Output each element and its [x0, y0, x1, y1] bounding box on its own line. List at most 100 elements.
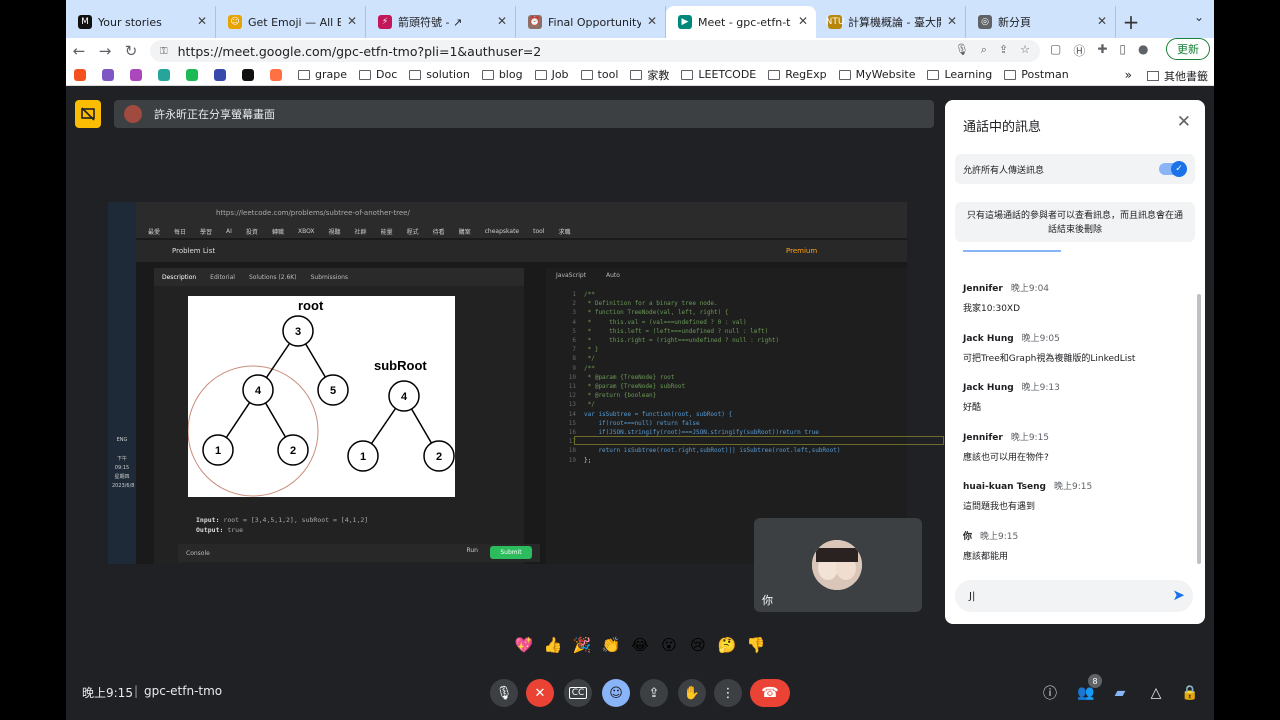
shapes-icon: △ [1150, 685, 1162, 701]
bookmark-item[interactable]: Postman [1004, 68, 1069, 81]
bookmark-favicon[interactable] [270, 68, 286, 81]
extensions-puzzle-icon[interactable]: ✚ [1097, 42, 1107, 59]
reaction-emoji-button[interactable]: 👍 [543, 636, 563, 654]
extension-icon[interactable]: ▢ [1050, 42, 1061, 59]
bookmark-item[interactable]: RegExp [768, 68, 827, 81]
more-options-button[interactable]: ⋮ [714, 679, 742, 707]
chat-button[interactable]: ▰ [1110, 683, 1130, 703]
chat-panel: 通話中的訊息 ✕ 允許所有人傳送訊息 ✓ 只有這場通話的參與者可以查看訊息，而且… [945, 100, 1205, 624]
bookmark-favicon[interactable] [158, 68, 174, 81]
bookmark-favicon[interactable] [74, 68, 90, 81]
leave-call-button[interactable]: ☎ [750, 679, 790, 707]
folder-icon [630, 69, 643, 80]
raise-hand-button[interactable]: ✋ [678, 679, 706, 707]
browser-tab[interactable]: ⏰ Final Opportunity ✕ [516, 6, 666, 38]
site-info-icon[interactable]: ⚿ [160, 46, 168, 57]
close-tab-icon[interactable]: ✕ [197, 14, 207, 28]
browser-tab[interactable]: M Your stories ✕ [66, 6, 216, 38]
self-video-tile[interactable]: 你 [754, 518, 922, 612]
browser-tab[interactable]: ◎ 新分頁 ✕ [966, 6, 1116, 38]
update-button[interactable]: 更新 [1166, 38, 1210, 60]
folder-icon [409, 69, 422, 80]
shared-bookmark-item: 求職 [558, 228, 571, 236]
zoom-icon[interactable]: ⌕ [981, 43, 987, 57]
bookmark-item[interactable]: grape [298, 68, 347, 81]
folder-icon [359, 69, 371, 80]
code-line: 15 if(root===null) return false [568, 419, 700, 427]
bookmark-item[interactable]: solution [409, 68, 470, 81]
allow-messages-setting: 允許所有人傳送訊息 ✓ [955, 154, 1195, 184]
code-line: 7 * } [572, 346, 599, 354]
bookmark-item[interactable]: LEETCODE [681, 68, 756, 81]
bookmark-item[interactable]: Doc [359, 68, 397, 81]
reaction-emoji-button[interactable]: 💖 [514, 636, 534, 654]
sidebar-icon[interactable]: ▯ [1119, 42, 1126, 59]
chat-scrollbar[interactable] [1197, 294, 1201, 564]
tab-title: Your stories [98, 15, 162, 29]
mic-icon[interactable]: 🎙 [955, 43, 969, 57]
camera-off-button[interactable]: ✕ [526, 679, 554, 707]
tab-title: 新分頁 [998, 16, 1031, 29]
self-avatar [812, 540, 862, 590]
host-controls-button[interactable]: 🔒 [1180, 683, 1200, 703]
bookmark-favicon[interactable] [242, 68, 258, 81]
reaction-emoji-button[interactable]: 😂 [630, 636, 650, 654]
bookmark-item[interactable]: tool [580, 68, 618, 81]
code-line: 4 * this.val = (val===undefined ? 0 : va… [572, 318, 747, 326]
reaction-emoji-button[interactable]: 😢 [688, 636, 708, 654]
chat-message: Jennifer 晚上9:04 我家10:30XD [963, 276, 1193, 326]
profile-avatar-icon[interactable]: ● [1138, 42, 1148, 59]
bookmark-item[interactable]: 家教 [630, 67, 669, 83]
reaction-emoji-button[interactable]: 👎 [746, 636, 766, 654]
close-tab-icon[interactable]: ✕ [947, 14, 957, 28]
close-tab-icon[interactable]: ✕ [647, 14, 657, 28]
close-tab-icon[interactable]: ✕ [798, 14, 808, 28]
message-sender: 你 [963, 531, 973, 542]
tab-search-icon[interactable]: ⌄ [1194, 10, 1204, 24]
send-icon[interactable]: ➤ [1172, 586, 1185, 604]
browser-tab[interactable]: ⚡ 箭頭符號 - ↗ ✕ [366, 6, 516, 38]
close-tab-icon[interactable]: ✕ [347, 14, 357, 28]
bookmark-favicon[interactable] [102, 68, 118, 81]
reaction-emoji-button[interactable]: 🤔 [717, 636, 737, 654]
allow-messages-toggle[interactable]: ✓ [1159, 161, 1187, 177]
bookmarks-overflow-icon[interactable]: » [1125, 68, 1132, 82]
taskbar-day: 星期四 [114, 474, 130, 480]
reaction-emoji-button[interactable]: 🎉 [572, 636, 592, 654]
activities-button[interactable]: △ [1146, 683, 1166, 703]
bookmark-item[interactable]: blog [481, 68, 523, 81]
microphone-button[interactable]: 🎙 [490, 679, 518, 707]
reaction-emoji-button[interactable]: 😮 [659, 636, 679, 654]
share-icon[interactable]: ⇪ [999, 43, 1008, 57]
message-text: 好酷 [963, 403, 982, 414]
chat-input[interactable]: J| ➤ [955, 580, 1193, 612]
captions-button[interactable]: CC [564, 679, 592, 707]
bookmark-item[interactable]: MyWebsite [838, 68, 915, 81]
svg-text:2: 2 [436, 451, 442, 463]
address-bar[interactable]: ⚿ https://meet.google.com/gpc-etfn-tmo?p… [150, 40, 1040, 62]
extension-icon[interactable]: Ⓗ [1073, 42, 1085, 59]
close-tab-icon[interactable]: ✕ [497, 14, 507, 28]
bookmark-favicon[interactable] [214, 68, 230, 81]
reactions-button[interactable]: ☺ [602, 679, 630, 707]
browser-tab[interactable]: ☺ Get Emoji — All Em ✕ [216, 6, 366, 38]
new-tab-button[interactable]: + [1116, 6, 1146, 38]
browser-tab[interactable]: NTU計算機概論 - 臺大開放 ✕ [816, 6, 966, 38]
bookmark-item[interactable]: Learning [927, 68, 992, 81]
present-button[interactable]: ⇪ [640, 679, 668, 707]
bookmark-star-icon[interactable]: ☆ [1020, 43, 1030, 57]
forward-button[interactable]: → [92, 38, 118, 64]
bookmark-favicon[interactable] [186, 68, 202, 81]
bookmark-favicon[interactable] [130, 68, 146, 81]
meeting-info-button[interactable]: ⓘ [1040, 683, 1060, 703]
other-bookmarks[interactable]: 其他書籤 [1147, 68, 1208, 84]
close-chat-icon[interactable]: ✕ [1177, 112, 1191, 132]
reaction-emoji-button[interactable]: 👏 [601, 636, 621, 654]
presentation-indicator-icon[interactable] [75, 100, 101, 128]
chat-message: huai-kuan Tseng 晚上9:15 這問題我也有遇到 [963, 474, 1193, 524]
browser-tab[interactable]: ▶ Meet - gpc-etfn-t ✕ [666, 6, 816, 38]
close-tab-icon[interactable]: ✕ [1097, 14, 1107, 28]
reload-button[interactable]: ↻ [118, 38, 144, 64]
bookmark-item[interactable]: Job [534, 68, 569, 81]
back-button[interactable]: ← [66, 38, 92, 64]
